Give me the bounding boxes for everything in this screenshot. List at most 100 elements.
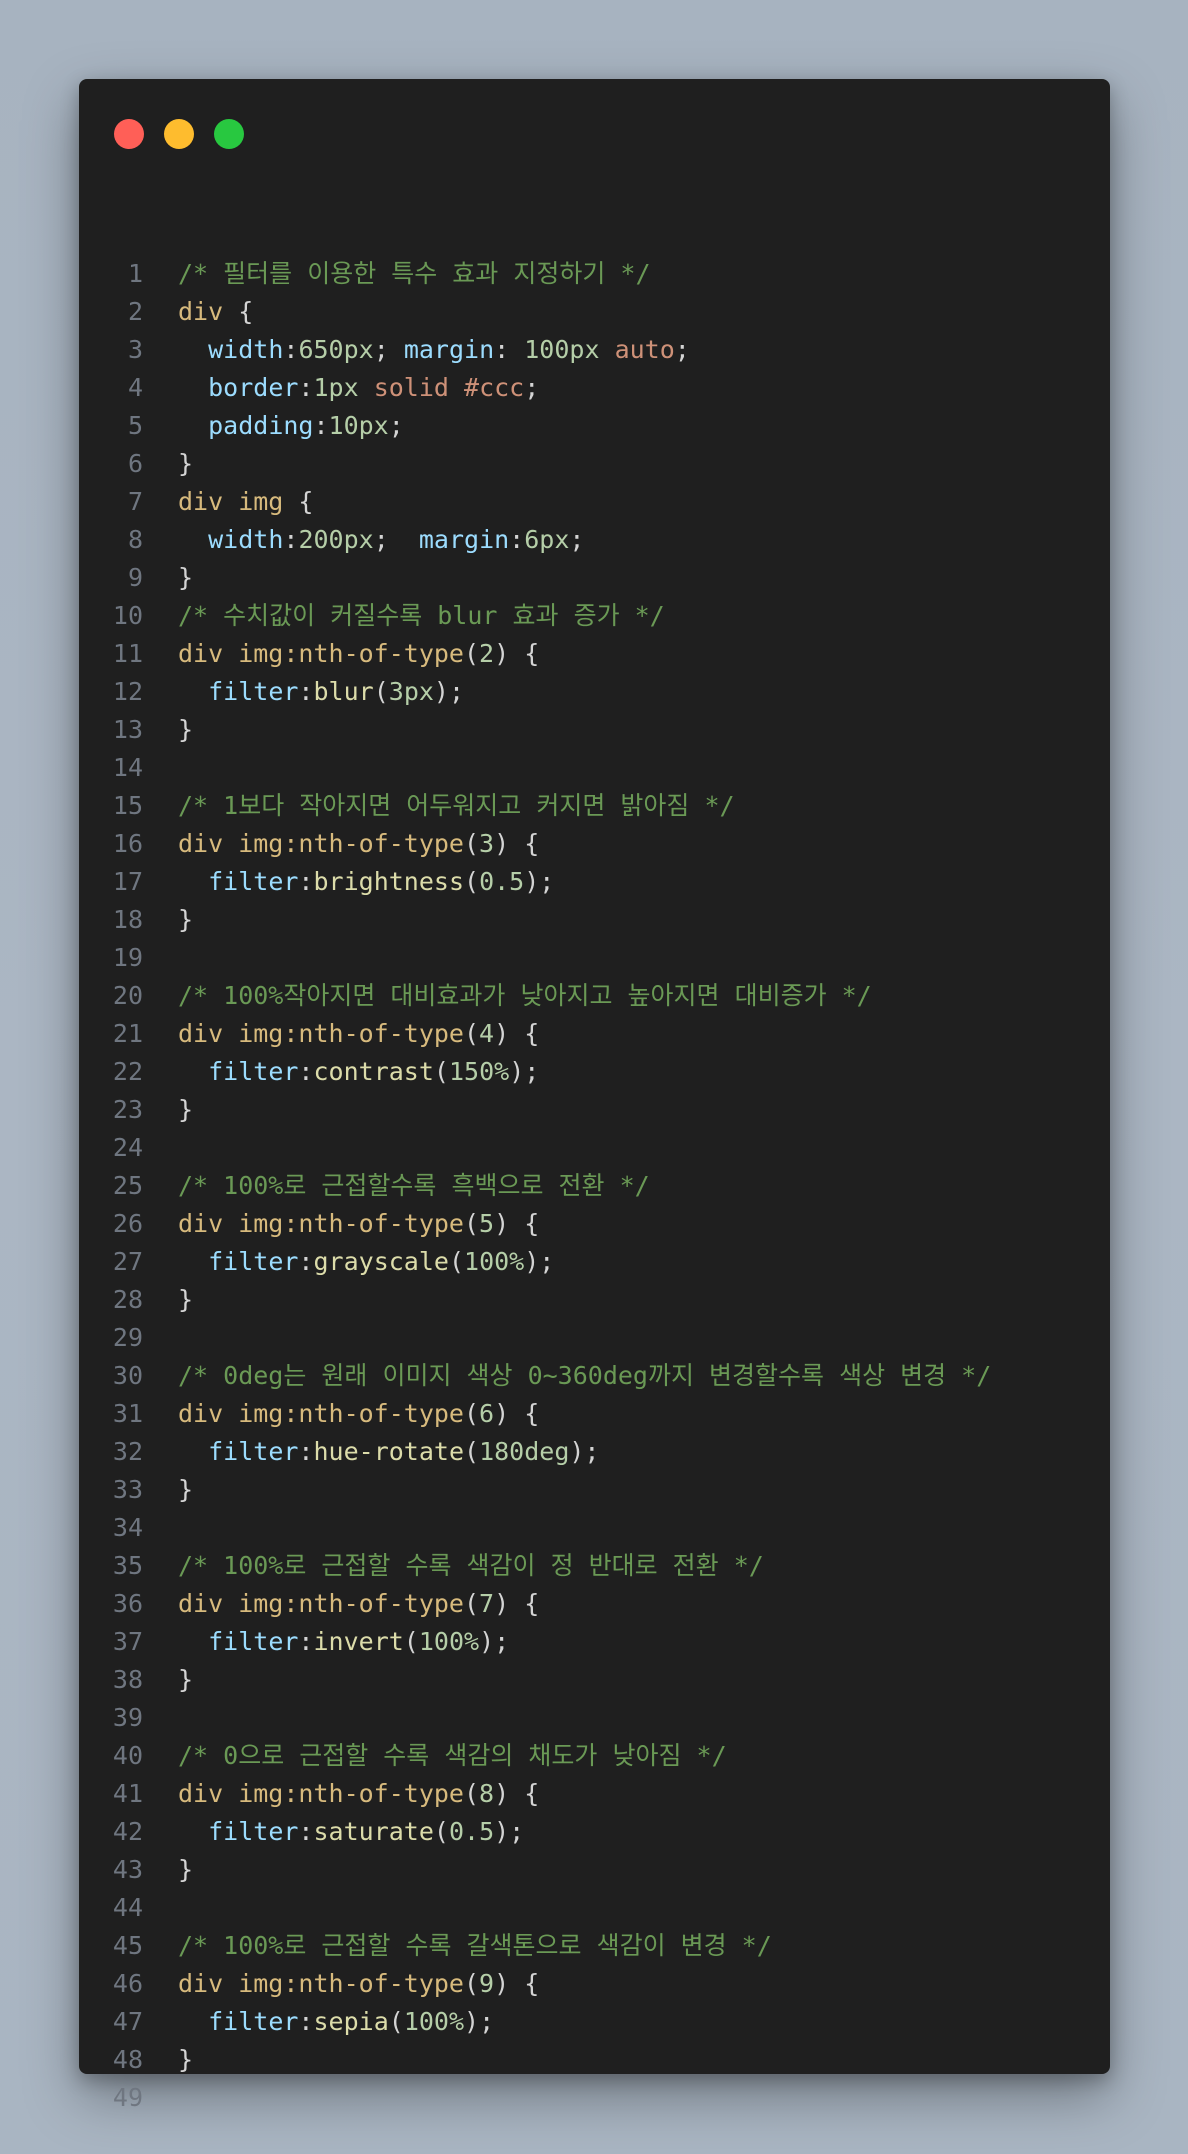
code-line: 9} <box>79 559 1110 597</box>
code-token-brace: } <box>178 1475 194 1504</box>
line-number: 24 <box>112 1133 143 1162</box>
line-content: width:650px; margin: 100px auto; <box>178 331 690 369</box>
code-token-punct: ); <box>569 1437 600 1466</box>
code-line: 20 /* 100%작아지면 대비효과가 낮아지고 높아지면 대비증가 */ <box>79 977 1110 1015</box>
code-token-punct: ( <box>463 1779 480 1808</box>
line-number: 43 <box>112 1855 143 1884</box>
code-token-brace: { <box>223 297 254 326</box>
code-line: 42 filter:saturate(0.5); <box>79 1813 1110 1851</box>
code-line: 38} <box>79 1661 1110 1699</box>
code-line: 29 <box>79 1319 1110 1357</box>
code-token-selector: div img:nth-of-type <box>178 1969 464 1998</box>
code-line: 5 padding:10px; <box>79 407 1110 445</box>
line-content: div img:nth-of-type(4) { <box>178 1015 539 1053</box>
maximize-button[interactable] <box>214 119 244 149</box>
code-token-keyword: auto <box>614 335 675 364</box>
line-number: 30 <box>112 1361 143 1390</box>
code-token-comment: /* 0으로 근접할 수록 색감의 채도가 낮아짐 */ <box>178 1741 727 1770</box>
code-token-number: 3px <box>388 677 434 706</box>
code-line: 22 filter:contrast(150%); <box>79 1053 1110 1091</box>
code-token-number: 180deg <box>479 1437 570 1466</box>
line-number: 26 <box>112 1209 143 1238</box>
code-token-number: 6px <box>524 525 570 554</box>
code-token-brace: { <box>509 639 540 668</box>
code-token-punct: : <box>494 335 525 364</box>
code-token-punct: : <box>298 1247 314 1276</box>
line-number: 12 <box>112 677 143 706</box>
line-number: 22 <box>112 1057 143 1086</box>
minimize-button[interactable] <box>164 119 194 149</box>
code-line: 11 div img:nth-of-type(2) { <box>79 635 1110 673</box>
code-token-prop: filter <box>208 1057 299 1086</box>
code-token-punct: ( <box>463 1589 480 1618</box>
code-token-punct: ) <box>494 1019 510 1048</box>
line-content: div img { <box>178 483 313 521</box>
line-content: filter:contrast(150%); <box>178 1053 539 1091</box>
code-line: 17 filter:brightness(0.5); <box>79 863 1110 901</box>
line-number: 10 <box>112 601 143 630</box>
code-token-punct: ) <box>494 1969 510 1998</box>
line-content: div img:nth-of-type(2) { <box>178 635 539 673</box>
code-token-brace: } <box>178 1665 194 1694</box>
code-token-punct: ); <box>524 1247 555 1276</box>
code-token-punct: ( <box>433 1817 449 1846</box>
code-token-number: 6 <box>479 1399 495 1428</box>
code-token-punct: ) <box>494 1209 510 1238</box>
code-token-punct: : <box>283 525 299 554</box>
code-token-number: 10px <box>328 411 389 440</box>
line-content: filter:saturate(0.5); <box>178 1813 524 1851</box>
line-content: } <box>178 711 193 749</box>
code-line: 12 filter:blur(3px); <box>79 673 1110 711</box>
close-button[interactable] <box>114 119 144 149</box>
code-token-punct: ; <box>524 373 540 402</box>
line-number: 21 <box>112 1019 143 1048</box>
line-content: filter:blur(3px); <box>178 673 464 711</box>
code-line: 3 width:650px; margin: 100px auto; <box>79 331 1110 369</box>
code-token-number: 2 <box>479 639 495 668</box>
line-number: 40 <box>112 1741 143 1770</box>
code-token-brace: } <box>178 1285 194 1314</box>
code-token-prop: filter <box>208 1817 299 1846</box>
code-token-selector: div img:nth-of-type <box>178 1019 464 1048</box>
code-line: 36 div img:nth-of-type(7) { <box>79 1585 1110 1623</box>
code-token-punct: ( <box>448 1247 465 1276</box>
code-line: 30 /* 0deg는 원래 이미지 색상 0~360deg까지 변경할수록 색상… <box>79 1357 1110 1395</box>
line-number: 27 <box>112 1247 143 1276</box>
line-content: /* 100%로 근접할 수록 갈색톤으로 색감이 변경 */ <box>178 1927 772 1965</box>
line-number: 7 <box>127 487 143 516</box>
code-token-comment: /* 수치값이 커질수록 blur 효과 증가 */ <box>178 601 665 630</box>
code-token-selector: div img:nth-of-type <box>178 1779 464 1808</box>
code-token-comment: /* 1보다 작아지면 어두워지고 커지면 밝아짐 */ <box>178 791 735 820</box>
line-number: 41 <box>112 1779 143 1808</box>
code-line: 25 /* 100%로 근접할수록 흑백으로 전환 */ <box>79 1167 1110 1205</box>
code-token-punct: ); <box>433 677 465 706</box>
code-token-punct: ); <box>494 1817 525 1846</box>
line-content: /* 0으로 근접할 수록 색감의 채도가 낮아짐 */ <box>178 1737 727 1775</box>
code-token-number: 4 <box>479 1019 495 1048</box>
code-line: 33} <box>79 1471 1110 1509</box>
code-token-number: 200px <box>298 525 374 554</box>
code-line: 46 div img:nth-of-type(9) { <box>79 1965 1110 2003</box>
code-token-brace: } <box>178 2045 194 2074</box>
code-token-punct: : <box>298 1057 314 1086</box>
code-token-func: brightness <box>313 867 464 896</box>
code-line: 16 div img:nth-of-type(3) { <box>79 825 1110 863</box>
line-number: 11 <box>112 639 143 668</box>
code-token-number: 0.5 <box>479 867 525 896</box>
code-token-prop: margin <box>418 525 510 554</box>
code-token-prop: filter <box>208 677 299 706</box>
code-token-prop: border <box>208 373 299 402</box>
code-line: 40 /* 0으로 근접할 수록 색감의 채도가 낮아짐 */ <box>79 1737 1110 1775</box>
line-content: width:200px; margin:6px; <box>178 521 584 559</box>
code-token-number: 1px <box>313 373 359 402</box>
line-number: 37 <box>112 1627 143 1656</box>
code-token-punct: ( <box>433 1057 449 1086</box>
line-number: 9 <box>127 563 143 592</box>
